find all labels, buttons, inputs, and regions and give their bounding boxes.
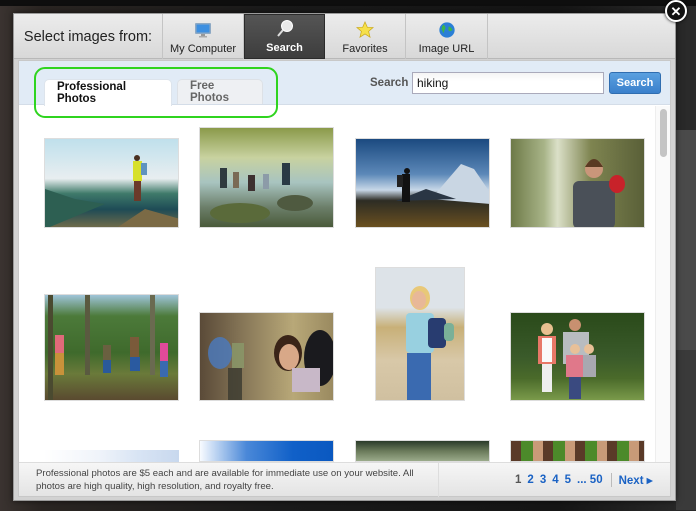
result-photo-3[interactable] <box>355 138 490 228</box>
search-panel: Professional Photos Free Photos Search S… <box>18 60 671 497</box>
close-dialog-button[interactable]: ✕ <box>665 0 687 22</box>
source-tab-image-url[interactable]: Image URL <box>406 14 488 59</box>
result-photo-11[interactable] <box>355 440 490 462</box>
background-right-lower <box>676 350 696 510</box>
close-icon: ✕ <box>670 3 682 19</box>
results-scrollbar[interactable] <box>655 106 670 466</box>
pricing-note: Professional photos are $5 each and are … <box>36 468 414 492</box>
result-photo-1[interactable] <box>44 138 179 228</box>
magnifier-icon <box>275 19 295 39</box>
pagination-separator <box>610 473 612 487</box>
source-tab-label: Image URL <box>418 43 475 55</box>
source-tab-favorites[interactable]: Favorites <box>325 14 406 59</box>
source-tab-label: My Computer <box>169 43 237 55</box>
page-link-3[interactable]: 3 <box>540 474 546 486</box>
background-top <box>0 0 696 6</box>
source-tab-label: Search <box>266 42 303 54</box>
source-tab-search[interactable]: Search <box>244 14 325 59</box>
search-input[interactable] <box>412 72 604 94</box>
tab-professional-photos[interactable]: Professional Photos <box>44 79 172 106</box>
page-link-2[interactable]: 2 <box>527 474 533 486</box>
monitor-icon <box>194 20 212 40</box>
photo-silhouette-icon <box>396 164 489 204</box>
image-picker-dialog: Select images from: My Computer Search F… <box>13 13 676 501</box>
background-right <box>676 130 696 350</box>
photo-woman-path-icon <box>406 286 454 400</box>
photo-family-icon <box>538 319 596 399</box>
source-tab-my-computer[interactable]: My Computer <box>163 14 244 59</box>
result-photo-2[interactable] <box>199 127 334 228</box>
source-bar: Select images from: My Computer Search F… <box>14 14 675 59</box>
photo-hiker-icon <box>45 155 178 227</box>
photo-woman-backpack-icon <box>208 330 333 400</box>
photo-backpacker-icon <box>573 159 625 227</box>
result-photo-4[interactable] <box>510 138 645 228</box>
source-label: Select images from: <box>14 14 163 59</box>
search-label: Search <box>370 77 409 89</box>
photo-kids-icon <box>48 295 168 400</box>
result-photo-8[interactable] <box>510 312 645 401</box>
footer-divider <box>438 463 439 497</box>
search-button[interactable]: Search <box>609 72 661 94</box>
page-link-last[interactable]: ... 50 <box>577 474 603 486</box>
page-current: 1 <box>515 474 522 486</box>
source-tab-label: Favorites <box>342 43 388 55</box>
result-photo-6[interactable] <box>199 312 334 401</box>
star-icon <box>356 20 374 40</box>
page-link-5[interactable]: 5 <box>565 474 571 486</box>
photo-group-icon <box>210 163 313 223</box>
result-photo-12[interactable] <box>510 440 645 462</box>
next-page-link[interactable]: Next ▸ <box>619 473 653 487</box>
page-link-4[interactable]: 4 <box>552 474 558 486</box>
tab-free-photos[interactable]: Free Photos <box>177 79 263 104</box>
result-photo-9[interactable] <box>44 450 179 462</box>
result-photo-7[interactable] <box>375 267 465 401</box>
pagination: 1 2 3 4 5 ... 50 Next ▸ <box>515 473 659 487</box>
panel-header: Professional Photos Free Photos Search S… <box>19 61 670 118</box>
result-photo-5[interactable] <box>44 294 179 401</box>
scrollbar-thumb[interactable] <box>660 109 667 157</box>
result-photo-10[interactable] <box>199 440 334 462</box>
footer-bar: Professional photos are $5 each and are … <box>19 462 670 497</box>
globe-icon <box>438 20 456 40</box>
